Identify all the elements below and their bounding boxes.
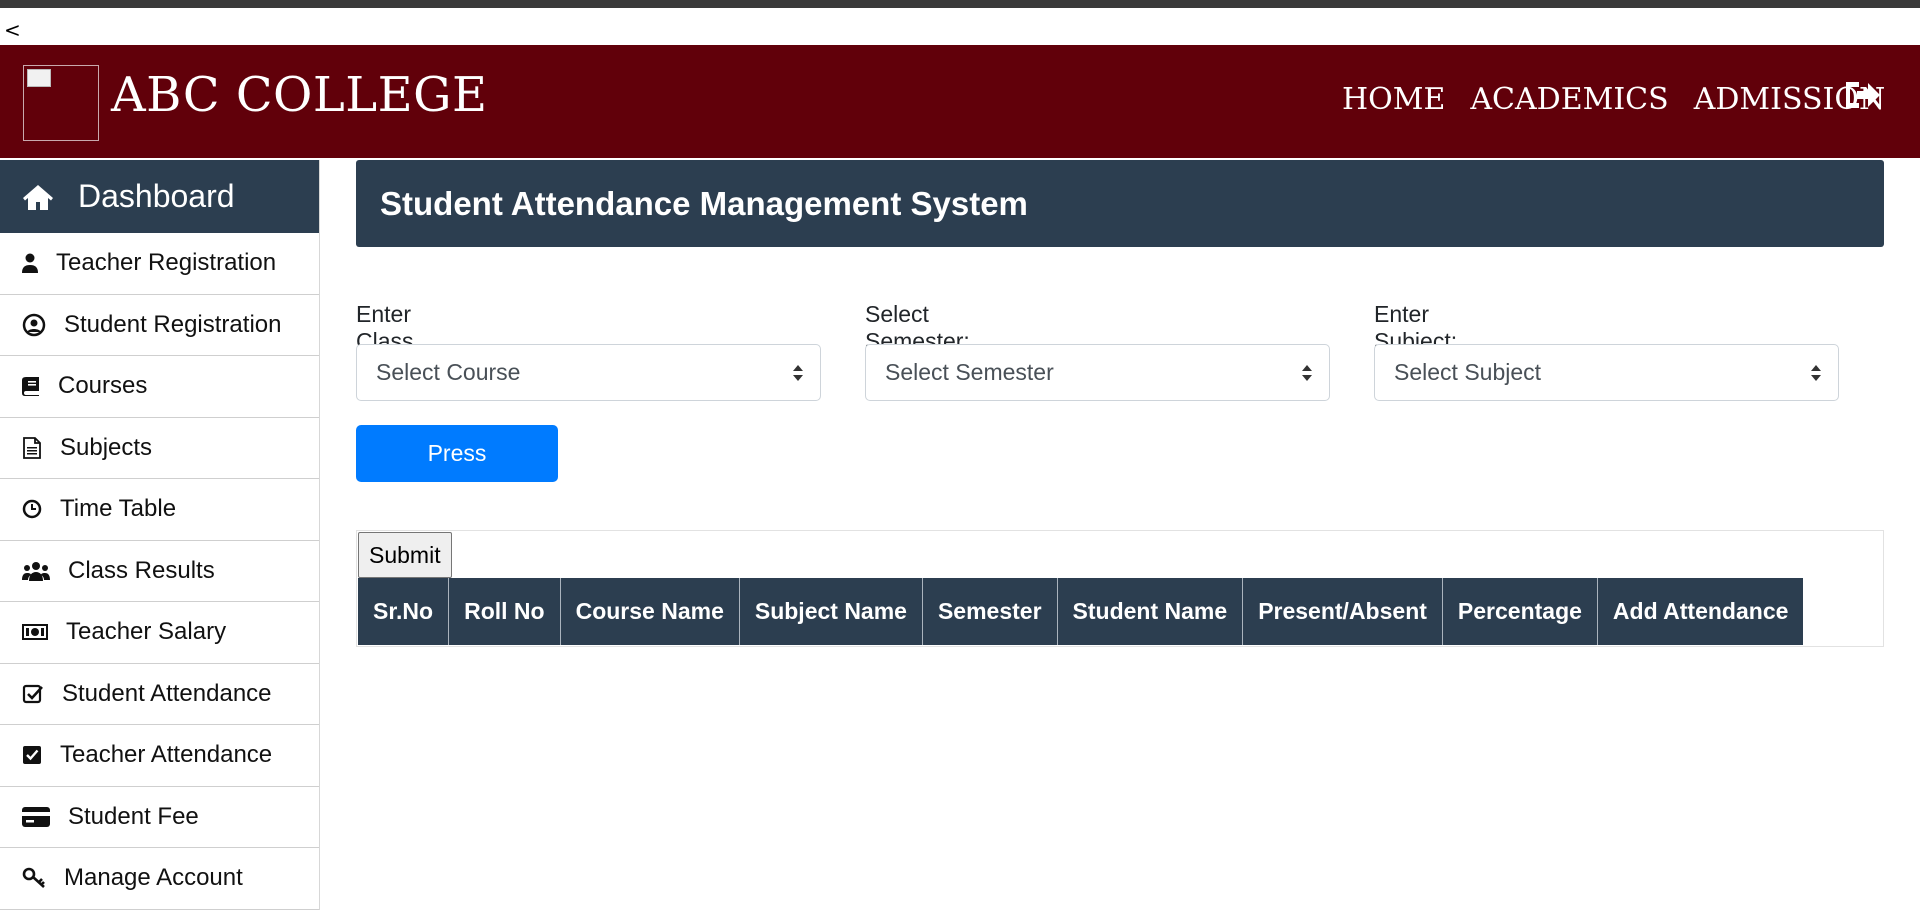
sidebar-item-teacher-attendance[interactable]: Teacher Attendance (0, 725, 319, 787)
sign-out-icon[interactable] (1842, 76, 1882, 114)
sidebar-item-label: Class Results (68, 556, 215, 584)
attendance-table: Sr.No Roll No Course Name Subject Name S… (358, 578, 1804, 645)
table-header-row: Sr.No Roll No Course Name Subject Name S… (358, 578, 1804, 645)
column-header-percentage: Percentage (1441, 578, 1598, 645)
check-square-outline-icon (22, 684, 43, 703)
sidebar-item-label: Teacher Registration (56, 249, 277, 277)
sidebar-item-teacher-salary[interactable]: Teacher Salary (0, 602, 319, 664)
credit-card-icon (22, 806, 50, 827)
sidebar-item-label: Manage Account (64, 864, 243, 892)
sidebar-item-class-results[interactable]: Class Results (0, 541, 319, 602)
file-text-icon (23, 436, 41, 459)
sort-caret-icon (1811, 365, 1821, 381)
sidebar-item-student-fee[interactable]: Student Fee (0, 787, 319, 848)
sidebar-item-label: Courses (58, 372, 148, 400)
user-circle-icon (22, 313, 46, 336)
sidebar-item-label: Teacher Salary (66, 618, 227, 646)
clock-icon (22, 500, 42, 519)
sidebar-item-label: Student Attendance (62, 679, 272, 707)
user-icon (22, 253, 38, 274)
sidebar-item-label: Subjects (60, 433, 153, 461)
column-header-sr-no: Sr.No (373, 598, 434, 624)
nav-links: HOME ACADEMICS ADMISSION (1342, 82, 1885, 118)
key-icon (22, 867, 45, 889)
sort-caret-icon (793, 365, 803, 381)
sidebar-item-label: Time Table (60, 495, 177, 523)
nav-academics[interactable]: ACADEMICS (1470, 82, 1668, 118)
nav-home[interactable]: HOME (1342, 82, 1445, 118)
attendance-table-container: Submit Sr.No Roll No Course Name Subject… (356, 530, 1884, 647)
sidebar-item-manage-account[interactable]: Manage Account (0, 848, 319, 910)
college-logo[interactable] (23, 65, 99, 141)
sidebar-item-label: Student Registration (64, 310, 282, 338)
sidebar-item-label: Teacher Attendance (60, 741, 273, 769)
course-select-value: Select Course (376, 359, 521, 385)
check-square-solid-icon (23, 746, 41, 765)
sidebar-item-dashboard[interactable]: Dashboard (0, 160, 319, 233)
submit-button[interactable]: Submit (358, 532, 452, 578)
money-icon (22, 624, 48, 641)
column-header-roll-no: Roll No (448, 578, 561, 645)
subject-select-value: Select Subject (1394, 359, 1542, 385)
sidebar-item-student-registration[interactable]: Student Registration (0, 295, 319, 356)
book-icon (22, 377, 39, 397)
column-header-course-name: Course Name (559, 578, 740, 645)
course-select[interactable]: Select Course (356, 344, 821, 401)
sidebar-item-student-attendance[interactable]: Student Attendance (0, 664, 319, 725)
back-bar: < (0, 8, 1920, 45)
column-header-subject-name: Subject Name (738, 578, 923, 645)
column-header-present-absent: Present/Absent (1242, 578, 1443, 645)
page-title: Student Attendance Management System (356, 160, 1884, 247)
sidebar-item-subjects[interactable]: Subjects (0, 418, 319, 479)
column-header-add-attendance: Add Attendance (1596, 578, 1804, 645)
sort-caret-icon (1302, 365, 1312, 381)
column-header-semester: Semester (921, 578, 1058, 645)
users-icon (22, 561, 50, 581)
semester-select-value: Select Semester (885, 359, 1054, 385)
sidebar-item-teacher-registration[interactable]: Teacher Registration (0, 233, 319, 295)
home-icon (23, 184, 53, 210)
brand-title[interactable]: ABC COLLEGE (111, 67, 488, 125)
sidebar-item-courses[interactable]: Courses (0, 356, 319, 418)
back-link[interactable]: < (4, 20, 21, 40)
sidebar-item-time-table[interactable]: Time Table (0, 479, 319, 541)
press-button[interactable]: Press (356, 425, 558, 482)
column-header-student-name: Student Name (1056, 578, 1243, 645)
sidebar-item-label: Dashboard (78, 178, 235, 214)
top-navbar: ABC COLLEGE HOME ACADEMICS ADMISSION (0, 45, 1920, 158)
sidebar-item-label: Student Fee (68, 802, 199, 830)
semester-select[interactable]: Select Semester (865, 344, 1330, 401)
window-frame (0, 0, 1920, 8)
sidebar: Dashboard Teacher Registration Student R… (0, 160, 320, 910)
subject-select[interactable]: Select Subject (1374, 344, 1839, 401)
